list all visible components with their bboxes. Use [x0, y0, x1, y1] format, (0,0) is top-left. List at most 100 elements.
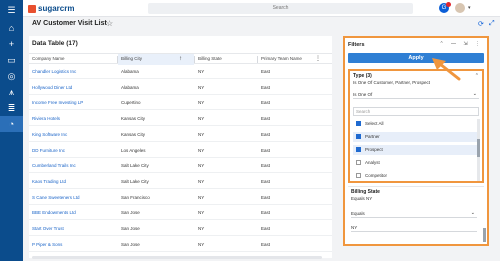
cell-company-name[interactable]: DD Furniture Inc [32, 144, 65, 158]
cell-billing-state: NY [198, 131, 205, 137]
table-row[interactable]: Hollywood Diner Ltd Alabama NY East [29, 81, 332, 95]
expand-icon[interactable]: ⤢ [489, 20, 495, 28]
cell-billing-state: NY [198, 194, 205, 200]
chevron-up-icon[interactable]: ⌃ [475, 73, 479, 79]
cell-team-name: East [261, 163, 271, 169]
billing-state-summary: Equals NY [351, 196, 373, 201]
cell-billing-city: Cupertino [121, 100, 141, 106]
checkbox[interactable] [356, 173, 361, 178]
chart-icon[interactable]: ◔ [0, 116, 23, 132]
cell-billing-city: Kansas City [121, 116, 146, 122]
filters-panel-controls-icon[interactable]: ⌃ — ⇲ ⋮ [439, 41, 483, 47]
cell-company-name[interactable]: Riviera Hotels [32, 112, 60, 126]
cell-team-name: East [261, 147, 271, 153]
table-header: Company Name Billing City ↑ Billing Stat… [29, 53, 332, 65]
table-row[interactable]: Chandler Logistics Inc Alabama NY East [29, 65, 332, 79]
table-row[interactable]: BBE Endowments Ltd San Jose NY East [29, 206, 332, 221]
refresh-icon[interactable]: ⟳ [478, 20, 484, 28]
filters-title: Filters [348, 42, 365, 48]
sort-up-icon[interactable]: ↑ [179, 54, 182, 64]
column-header-billing-city[interactable]: Billing City [118, 54, 194, 65]
cell-billing-city: San Jose [121, 226, 140, 231]
filter-icon[interactable]: ⩚ [0, 84, 23, 100]
apply-button[interactable]: Apply [348, 53, 484, 63]
cell-billing-state: NY [198, 241, 205, 247]
filters-scrollbar[interactable] [483, 228, 486, 242]
cell-team-name: East [261, 226, 271, 231]
cell-team-name: East [261, 241, 271, 247]
table-row[interactable]: Riviera Hotels Kansas City NY East [29, 112, 332, 127]
cell-billing-state: NY [198, 116, 205, 122]
cell-company-name[interactable]: Income Free Investing LP [32, 96, 83, 110]
user-icon[interactable]: ◎ [0, 68, 23, 84]
cell-billing-state: NY [198, 100, 205, 106]
top-bar: sugarcrm Search G ▾ [23, 0, 500, 17]
type-option[interactable]: Select All [353, 119, 477, 129]
checkbox[interactable] [356, 121, 361, 126]
type-option[interactable]: Prospect [353, 145, 477, 155]
cell-billing-city: Salt Lake City [121, 163, 149, 169]
cell-company-name[interactable]: Start Over Trust [32, 222, 64, 236]
cell-company-name[interactable]: Chandler Logistics Inc [32, 65, 76, 79]
cell-company-name[interactable]: BBE Endowments Ltd [32, 206, 76, 220]
cell-company-name[interactable]: King Software Inc [32, 128, 67, 142]
logo-text: sugarcrm [38, 4, 75, 13]
add-icon[interactable]: + [0, 36, 23, 52]
layers-icon[interactable]: ≣ [0, 100, 23, 116]
cell-billing-state: NY [198, 178, 205, 184]
table-row[interactable]: S Cane Sweeteners Ltd San Francisco NY East [29, 191, 332, 205]
type-option[interactable]: Competitor [353, 171, 477, 181]
type-operator-select[interactable]: Is One Of ⌄ [353, 90, 479, 99]
cell-company-name[interactable]: Cumberland Trails Inc [32, 159, 76, 173]
cell-billing-city: Alabama [121, 84, 139, 90]
horizontal-scrollbar[interactable] [32, 256, 322, 259]
cell-team-name: East [261, 69, 271, 74]
cell-team-name: East [261, 116, 271, 122]
billing-state-value-input[interactable]: NY [351, 223, 477, 232]
table-row[interactable]: P Piper & Sons San Jose NY East [29, 238, 332, 252]
annotation-arrow-icon [432, 58, 461, 81]
cell-company-name[interactable]: Kaos Trading Ltd [32, 175, 66, 189]
cell-company-name[interactable]: Hollywood Diner Ltd [32, 81, 72, 95]
cell-company-name[interactable]: P Piper & Sons [32, 238, 62, 252]
home-icon[interactable]: ⌂ [0, 20, 23, 36]
column-options-icon[interactable]: ⋮ [315, 54, 321, 64]
type-option[interactable]: Analyst [353, 158, 477, 168]
column-header-billing-state[interactable]: Billing State [198, 54, 256, 65]
chevron-down-icon[interactable]: ▾ [468, 5, 471, 11]
checkbox[interactable] [356, 147, 361, 152]
cell-company-name[interactable]: S Cane Sweeteners Ltd [32, 191, 80, 205]
global-search-input[interactable]: Search [148, 3, 413, 14]
billing-state-operator-value: Equals [351, 211, 365, 216]
column-divider[interactable] [257, 56, 258, 63]
column-header-company[interactable]: Company Name [32, 54, 116, 65]
table-row[interactable]: Income Free Investing LP Cupertino NY East [29, 96, 332, 111]
billing-state-filter: Billing State Equals NY Equals ⌄ NY [348, 186, 484, 236]
logo[interactable]: sugarcrm [28, 3, 74, 14]
checkbox[interactable] [356, 134, 361, 139]
table-row[interactable]: DD Furniture Inc Los Angeles NY East [29, 144, 332, 158]
options-scrollbar-thumb[interactable] [477, 139, 480, 157]
menu-icon[interactable]: ☰ [0, 2, 23, 18]
billing-state-operator-select[interactable]: Equals ⌄ [351, 209, 477, 218]
table-row[interactable]: Start Over Trust San Jose NY East [29, 222, 332, 236]
type-filter: Type (3) ⌃ Is One Of Customer, Partner, … [348, 69, 484, 183]
billing-state-value: NY [351, 225, 358, 230]
data-table-panel: Data Table (17) Company Name Billing Cit… [29, 36, 332, 258]
page-title: AV Customer Visit List [32, 20, 107, 27]
folder-icon[interactable]: ▭ [0, 52, 23, 68]
column-divider[interactable] [194, 56, 195, 63]
avatar[interactable] [455, 3, 465, 13]
cell-billing-city: San Jose [121, 241, 140, 247]
cell-billing-city: Kansas City [121, 131, 146, 137]
table-row[interactable]: Cumberland Trails Inc Salt Lake City NY Eas… [29, 159, 332, 174]
type-option[interactable]: Partner [353, 132, 477, 142]
type-search-input[interactable]: Search [353, 107, 479, 116]
star-icon[interactable]: ☆ [106, 19, 113, 28]
chevron-down-icon: ⌄ [470, 210, 475, 216]
table-row[interactable]: King Software Inc Kansas City NY East [29, 128, 332, 142]
column-header-team[interactable]: Primary Team Name [261, 54, 313, 65]
cell-team-name: East [261, 194, 271, 200]
checkbox[interactable] [356, 160, 361, 165]
table-row[interactable]: Kaos Trading Ltd Salt Lake City NY East [29, 175, 332, 189]
